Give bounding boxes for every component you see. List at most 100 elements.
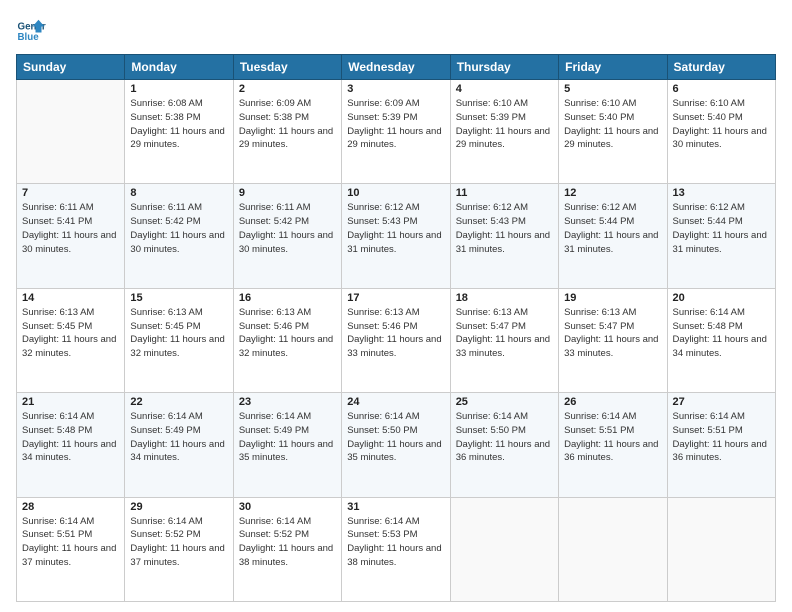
logo: General Blue xyxy=(16,16,46,46)
calendar-cell: 1 Sunrise: 6:08 AMSunset: 5:38 PMDaylight… xyxy=(125,80,233,184)
day-number: 15 xyxy=(130,292,227,304)
day-number: 21 xyxy=(22,396,119,408)
day-detail: Sunrise: 6:10 AMSunset: 5:39 PMDaylight:… xyxy=(456,97,553,152)
calendar-week-row: 21 Sunrise: 6:14 AMSunset: 5:48 PMDayligh… xyxy=(17,393,776,497)
weekday-header: Tuesday xyxy=(233,55,341,80)
calendar-cell: 15 Sunrise: 6:13 AMSunset: 5:45 PMDayligh… xyxy=(125,288,233,392)
calendar-week-row: 28 Sunrise: 6:14 AMSunset: 5:51 PMDayligh… xyxy=(17,497,776,601)
day-detail: Sunrise: 6:14 AMSunset: 5:48 PMDaylight:… xyxy=(22,410,119,465)
calendar-cell: 21 Sunrise: 6:14 AMSunset: 5:48 PMDayligh… xyxy=(17,393,125,497)
calendar-cell: 4 Sunrise: 6:10 AMSunset: 5:39 PMDaylight… xyxy=(450,80,558,184)
weekday-header: Saturday xyxy=(667,55,775,80)
calendar-week-row: 14 Sunrise: 6:13 AMSunset: 5:45 PMDayligh… xyxy=(17,288,776,392)
day-detail: Sunrise: 6:12 AMSunset: 5:44 PMDaylight:… xyxy=(673,201,770,256)
day-detail: Sunrise: 6:14 AMSunset: 5:52 PMDaylight:… xyxy=(239,515,336,570)
day-detail: Sunrise: 6:14 AMSunset: 5:48 PMDaylight:… xyxy=(673,306,770,361)
day-number: 24 xyxy=(347,396,444,408)
day-number: 18 xyxy=(456,292,553,304)
day-detail: Sunrise: 6:13 AMSunset: 5:47 PMDaylight:… xyxy=(564,306,661,361)
calendar-cell: 29 Sunrise: 6:14 AMSunset: 5:52 PMDayligh… xyxy=(125,497,233,601)
calendar-cell: 26Sunrise: 6:14 AMSunset: 5:51 PMDayligh… xyxy=(559,393,667,497)
header: General Blue xyxy=(16,16,776,46)
calendar-cell: 19 Sunrise: 6:13 AMSunset: 5:47 PMDayligh… xyxy=(559,288,667,392)
calendar-cell: 24 Sunrise: 6:14 AMSunset: 5:50 PMDayligh… xyxy=(342,393,450,497)
day-number: 17 xyxy=(347,292,444,304)
calendar-cell: 17 Sunrise: 6:13 AMSunset: 5:46 PMDayligh… xyxy=(342,288,450,392)
day-number: 7 xyxy=(22,187,119,199)
calendar-cell xyxy=(17,80,125,184)
day-number: 11 xyxy=(456,187,553,199)
calendar-cell: 2Sunrise: 6:09 AMSunset: 5:38 PMDaylight… xyxy=(233,80,341,184)
calendar-cell: 9 Sunrise: 6:11 AMSunset: 5:42 PMDaylight… xyxy=(233,184,341,288)
page: General Blue SundayMondayTuesdayWednesda… xyxy=(0,0,792,612)
day-number: 10 xyxy=(347,187,444,199)
day-number: 25 xyxy=(456,396,553,408)
calendar-cell xyxy=(667,497,775,601)
day-detail: Sunrise: 6:14 AMSunset: 5:50 PMDaylight:… xyxy=(347,410,444,465)
day-detail: Sunrise: 6:10 AMSunset: 5:40 PMDaylight:… xyxy=(564,97,661,152)
day-detail: Sunrise: 6:11 AMSunset: 5:42 PMDaylight:… xyxy=(239,201,336,256)
calendar-cell: 16Sunrise: 6:13 AMSunset: 5:46 PMDayligh… xyxy=(233,288,341,392)
calendar-cell: 23 Sunrise: 6:14 AMSunset: 5:49 PMDayligh… xyxy=(233,393,341,497)
day-number: 2 xyxy=(239,83,336,95)
calendar-week-row: 1 Sunrise: 6:08 AMSunset: 5:38 PMDaylight… xyxy=(17,80,776,184)
day-number: 31 xyxy=(347,501,444,513)
day-number: 22 xyxy=(130,396,227,408)
svg-text:General: General xyxy=(18,22,47,33)
calendar-cell: 13Sunrise: 6:12 AMSunset: 5:44 PMDayligh… xyxy=(667,184,775,288)
day-number: 6 xyxy=(673,83,770,95)
calendar-table: SundayMondayTuesdayWednesdayThursdayFrid… xyxy=(16,54,776,602)
day-number: 14 xyxy=(22,292,119,304)
calendar-cell: 30Sunrise: 6:14 AMSunset: 5:52 PMDayligh… xyxy=(233,497,341,601)
calendar-week-row: 7 Sunrise: 6:11 AMSunset: 5:41 PMDaylight… xyxy=(17,184,776,288)
day-number: 20 xyxy=(673,292,770,304)
calendar-cell: 28 Sunrise: 6:14 AMSunset: 5:51 PMDayligh… xyxy=(17,497,125,601)
day-number: 29 xyxy=(130,501,227,513)
day-number: 23 xyxy=(239,396,336,408)
day-detail: Sunrise: 6:14 AMSunset: 5:53 PMDaylight:… xyxy=(347,515,444,570)
calendar-cell: 11Sunrise: 6:12 AMSunset: 5:43 PMDayligh… xyxy=(450,184,558,288)
calendar-cell: 12 Sunrise: 6:12 AMSunset: 5:44 PMDayligh… xyxy=(559,184,667,288)
calendar-cell: 14 Sunrise: 6:13 AMSunset: 5:45 PMDayligh… xyxy=(17,288,125,392)
logo-icon: General Blue xyxy=(16,16,46,46)
calendar-cell: 3Sunrise: 6:09 AMSunset: 5:39 PMDaylight… xyxy=(342,80,450,184)
day-detail: Sunrise: 6:13 AMSunset: 5:45 PMDaylight:… xyxy=(130,306,227,361)
day-number: 3 xyxy=(347,83,444,95)
day-number: 28 xyxy=(22,501,119,513)
calendar-cell: 20 Sunrise: 6:14 AMSunset: 5:48 PMDayligh… xyxy=(667,288,775,392)
day-detail: Sunrise: 6:14 AMSunset: 5:49 PMDaylight:… xyxy=(239,410,336,465)
day-detail: Sunrise: 6:14 AMSunset: 5:52 PMDaylight:… xyxy=(130,515,227,570)
weekday-header: Thursday xyxy=(450,55,558,80)
day-detail: Sunrise: 6:11 AMSunset: 5:41 PMDaylight:… xyxy=(22,201,119,256)
calendar-cell: 10Sunrise: 6:12 AMSunset: 5:43 PMDayligh… xyxy=(342,184,450,288)
calendar-cell: 6 Sunrise: 6:10 AMSunset: 5:40 PMDaylight… xyxy=(667,80,775,184)
weekday-header: Wednesday xyxy=(342,55,450,80)
day-number: 4 xyxy=(456,83,553,95)
day-detail: Sunrise: 6:10 AMSunset: 5:40 PMDaylight:… xyxy=(673,97,770,152)
day-detail: Sunrise: 6:08 AMSunset: 5:38 PMDaylight:… xyxy=(130,97,227,152)
day-detail: Sunrise: 6:12 AMSunset: 5:44 PMDaylight:… xyxy=(564,201,661,256)
day-detail: Sunrise: 6:11 AMSunset: 5:42 PMDaylight:… xyxy=(130,201,227,256)
calendar-cell: 18 Sunrise: 6:13 AMSunset: 5:47 PMDayligh… xyxy=(450,288,558,392)
day-detail: Sunrise: 6:13 AMSunset: 5:47 PMDaylight:… xyxy=(456,306,553,361)
calendar-cell: 27Sunrise: 6:14 AMSunset: 5:51 PMDayligh… xyxy=(667,393,775,497)
day-number: 12 xyxy=(564,187,661,199)
svg-text:Blue: Blue xyxy=(18,32,40,43)
day-detail: Sunrise: 6:14 AMSunset: 5:49 PMDaylight:… xyxy=(130,410,227,465)
calendar-cell: 22 Sunrise: 6:14 AMSunset: 5:49 PMDayligh… xyxy=(125,393,233,497)
day-detail: Sunrise: 6:13 AMSunset: 5:46 PMDaylight:… xyxy=(239,306,336,361)
day-detail: Sunrise: 6:14 AMSunset: 5:51 PMDaylight:… xyxy=(22,515,119,570)
day-number: 8 xyxy=(130,187,227,199)
day-detail: Sunrise: 6:13 AMSunset: 5:45 PMDaylight:… xyxy=(22,306,119,361)
calendar-cell: 5Sunrise: 6:10 AMSunset: 5:40 PMDaylight… xyxy=(559,80,667,184)
day-number: 9 xyxy=(239,187,336,199)
day-detail: Sunrise: 6:14 AMSunset: 5:50 PMDaylight:… xyxy=(456,410,553,465)
day-detail: Sunrise: 6:13 AMSunset: 5:46 PMDaylight:… xyxy=(347,306,444,361)
calendar-cell: 25 Sunrise: 6:14 AMSunset: 5:50 PMDayligh… xyxy=(450,393,558,497)
calendar-cell: 31 Sunrise: 6:14 AMSunset: 5:53 PMDayligh… xyxy=(342,497,450,601)
calendar-cell: 7 Sunrise: 6:11 AMSunset: 5:41 PMDaylight… xyxy=(17,184,125,288)
weekday-header: Sunday xyxy=(17,55,125,80)
weekday-header: Friday xyxy=(559,55,667,80)
day-number: 1 xyxy=(130,83,227,95)
day-number: 19 xyxy=(564,292,661,304)
